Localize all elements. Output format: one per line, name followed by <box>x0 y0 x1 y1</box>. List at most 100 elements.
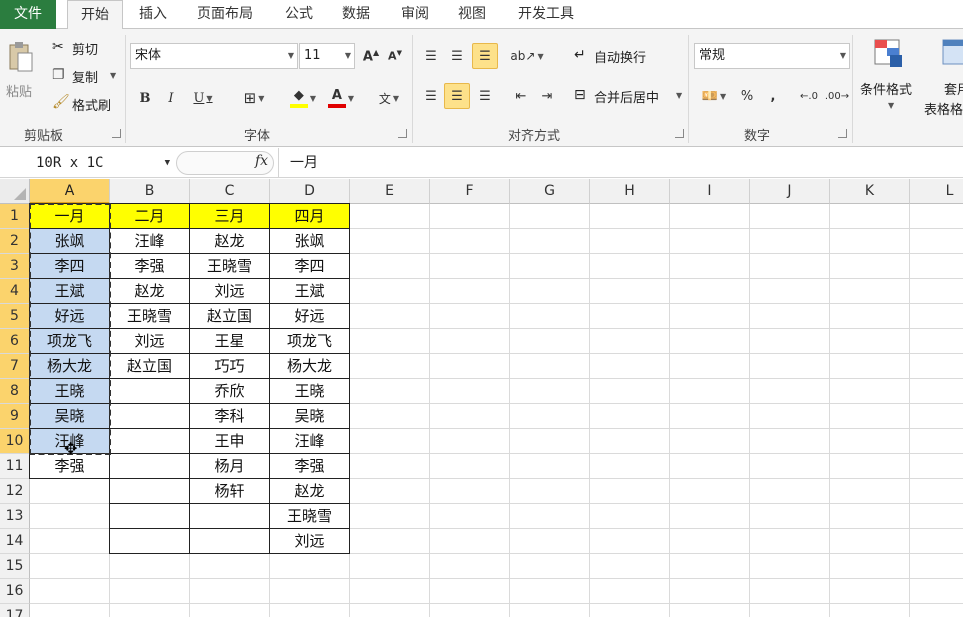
row-header-5[interactable]: 5 <box>0 304 30 329</box>
row-header-16[interactable]: 16 <box>0 579 30 604</box>
cell-d2[interactable]: 张飒 <box>269 228 350 254</box>
cell-b2[interactable]: 汪峰 <box>109 228 190 254</box>
column-header-a[interactable]: A <box>30 179 110 204</box>
font-launcher-icon[interactable] <box>398 129 407 138</box>
cell-b14[interactable] <box>109 528 190 554</box>
cell-a4[interactable]: 王斌 <box>29 278 110 304</box>
cell-a12[interactable] <box>30 479 110 504</box>
row-header-12[interactable]: 12 <box>0 479 30 504</box>
copy-button[interactable]: ❐ 复制 ▼ <box>52 67 118 89</box>
chevron-down-icon[interactable]: ▼ <box>165 152 170 174</box>
cell-a1[interactable]: 一月 <box>29 203 110 229</box>
tab-file[interactable]: 文件 <box>0 0 56 29</box>
cell-b4[interactable]: 赵龙 <box>109 278 190 304</box>
cell-a9[interactable]: 吴晓 <box>29 403 110 429</box>
worksheet-grid[interactable]: ABCDEFGHIJKL 1 2 3 4 5 6 7 8 9 10 11 12 13 14 15 16 17 一… <box>0 179 963 617</box>
font-color-button[interactable]: A ▼ <box>322 85 360 111</box>
grow-font-button[interactable]: A▲ <box>358 43 384 69</box>
cell-c8[interactable]: 乔欣 <box>189 378 270 404</box>
cell-b11[interactable] <box>109 453 190 479</box>
font-name-select[interactable]: 宋体 ▼ <box>130 43 298 69</box>
align-center-button[interactable]: ☰ <box>444 83 470 109</box>
cell-d8[interactable]: 王晓 <box>269 378 350 404</box>
number-launcher-icon[interactable] <box>838 129 847 138</box>
row-header-4[interactable]: 4 <box>0 279 30 304</box>
cell-a14[interactable] <box>30 529 110 554</box>
formula-input[interactable]: 一月 <box>290 152 318 174</box>
cell-c9[interactable]: 李科 <box>189 403 270 429</box>
accounting-format-button[interactable]: 💴 ▼ <box>696 83 732 109</box>
comma-button[interactable]: , <box>760 83 786 109</box>
cell-d4[interactable]: 王斌 <box>269 278 350 304</box>
increase-indent-button[interactable]: ⇥ <box>534 83 560 109</box>
column-header-f[interactable]: F <box>430 179 510 204</box>
cell-d9[interactable]: 吴晓 <box>269 403 350 429</box>
clipboard-launcher-icon[interactable] <box>112 129 121 138</box>
phonetic-button[interactable]: 文 ▼ <box>370 85 408 111</box>
cell-c4[interactable]: 刘远 <box>189 278 270 304</box>
percent-button[interactable]: % <box>734 83 760 109</box>
cell-b9[interactable] <box>109 403 190 429</box>
row-header-6[interactable]: 6 <box>0 329 30 354</box>
cut-button[interactable]: ✂ 剪切 <box>52 39 112 61</box>
column-header-b[interactable]: B <box>110 179 190 204</box>
column-header-i[interactable]: I <box>670 179 750 204</box>
underline-button[interactable]: U ▼ <box>186 85 220 111</box>
orientation-button[interactable]: ab↗ ▼ <box>510 43 544 69</box>
row-header-14[interactable]: 14 <box>0 529 30 554</box>
column-header-d[interactable]: D <box>270 179 350 204</box>
tab-page-layout[interactable]: 页面布局 <box>187 0 263 29</box>
alignment-launcher-icon[interactable] <box>675 129 684 138</box>
italic-button[interactable]: I <box>158 85 184 111</box>
cell-b7[interactable]: 赵立国 <box>109 353 190 379</box>
fill-color-button[interactable]: ◆ ▼ <box>284 85 322 111</box>
cell-d10[interactable]: 汪峰 <box>269 428 350 454</box>
merge-center-button[interactable]: ⊟ 合并后居中 ▼ <box>574 87 684 109</box>
column-header-l[interactable]: L <box>910 179 963 204</box>
name-box[interactable]: 10R x 1C ▼ <box>30 152 170 174</box>
row-header-15[interactable]: 15 <box>0 554 30 579</box>
row-header-13[interactable]: 13 <box>0 504 30 529</box>
cell-c5[interactable]: 赵立国 <box>189 303 270 329</box>
align-bottom-button[interactable]: ☰ <box>472 43 498 69</box>
cell-d5[interactable]: 好远 <box>269 303 350 329</box>
row-header-3[interactable]: 3 <box>0 254 30 279</box>
tab-formulas[interactable]: 公式 <box>273 0 325 29</box>
cell-d7[interactable]: 杨大龙 <box>269 353 350 379</box>
row-header-10[interactable]: 10 <box>0 429 30 454</box>
select-all-button[interactable] <box>0 179 30 204</box>
paste-button[interactable]: 粘贴 <box>4 37 38 107</box>
number-format-select[interactable]: 常规 ▼ <box>694 43 850 69</box>
cell-a5[interactable]: 好远 <box>29 303 110 329</box>
cell-d1[interactable]: 四月 <box>269 203 350 229</box>
cell-a8[interactable]: 王晓 <box>29 378 110 404</box>
cell-c3[interactable]: 王晓雪 <box>189 253 270 279</box>
column-header-c[interactable]: C <box>190 179 270 204</box>
cell-c14[interactable] <box>189 528 270 554</box>
tab-insert[interactable]: 插入 <box>127 0 179 29</box>
tab-view[interactable]: 视图 <box>446 0 498 29</box>
decrease-indent-button[interactable]: ⇤ <box>508 83 534 109</box>
row-header-11[interactable]: 11 <box>0 454 30 479</box>
tab-data[interactable]: 数据 <box>330 0 382 29</box>
cell-b13[interactable] <box>109 503 190 529</box>
cell-c12[interactable]: 杨轩 <box>189 478 270 504</box>
font-size-select[interactable]: 11 ▼ <box>299 43 355 69</box>
bold-button[interactable]: B <box>132 85 158 111</box>
tab-review[interactable]: 审阅 <box>389 0 441 29</box>
align-right-button[interactable]: ☰ <box>472 83 498 109</box>
cell-b6[interactable]: 刘远 <box>109 328 190 354</box>
row-header-2[interactable]: 2 <box>0 229 30 254</box>
cell-b12[interactable] <box>109 478 190 504</box>
cell-c13[interactable] <box>189 503 270 529</box>
cell-c2[interactable]: 赵龙 <box>189 228 270 254</box>
align-middle-button[interactable]: ☰ <box>444 43 470 69</box>
align-top-button[interactable]: ☰ <box>418 43 444 69</box>
tab-developer[interactable]: 开发工具 <box>508 0 584 29</box>
cell-b5[interactable]: 王晓雪 <box>109 303 190 329</box>
insert-function-icon[interactable]: fx <box>255 153 268 169</box>
decrease-decimal-button[interactable]: .00→ <box>824 83 850 109</box>
cell-d6[interactable]: 项龙飞 <box>269 328 350 354</box>
column-header-j[interactable]: J <box>750 179 830 204</box>
cell-c6[interactable]: 王星 <box>189 328 270 354</box>
